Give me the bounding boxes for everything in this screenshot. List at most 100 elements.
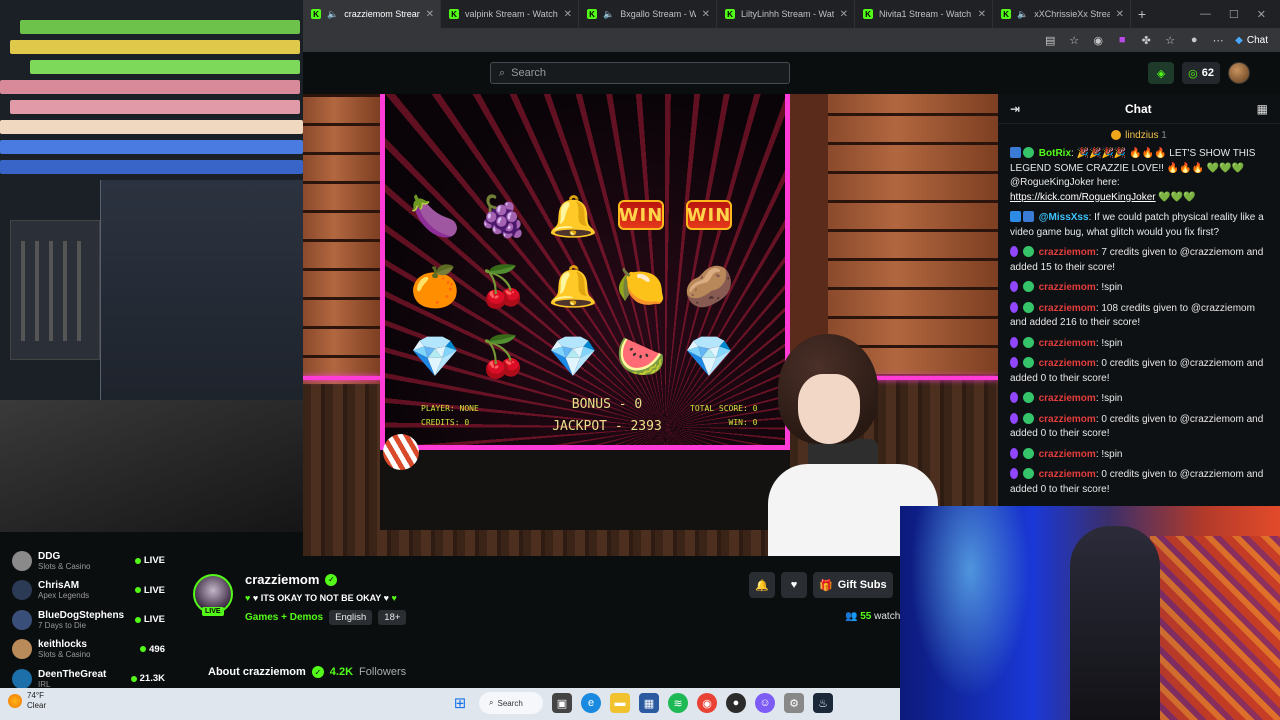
chat-username[interactable]: crazziemom: [1039, 282, 1096, 293]
verified-badge-icon: [1022, 357, 1034, 368]
tab-close-icon[interactable]: ✕: [1116, 9, 1124, 20]
chat-users-icon[interactable]: ▦: [1257, 102, 1268, 116]
menu-dots-icon[interactable]: ⋯: [1211, 33, 1225, 47]
spotify-icon[interactable]: ≋: [668, 693, 688, 713]
chat-username[interactable]: crazziemom: [1039, 414, 1096, 425]
extension-icon[interactable]: ■: [1115, 33, 1129, 47]
channel-category: 7 Days to Die: [38, 620, 87, 630]
tab-close-icon[interactable]: ✕: [426, 9, 434, 20]
collapse-chat-icon[interactable]: ⇥: [1010, 102, 1020, 116]
bookmark-star-icon[interactable]: ☆: [1067, 33, 1081, 47]
language-tag[interactable]: English: [329, 610, 373, 625]
browser-tab[interactable]: K 🔈 Bxgallo Stream - Watch ✕: [579, 0, 717, 28]
gift-subs-label: Gift Subs: [837, 579, 887, 591]
taskbar-search[interactable]: ⌕ Search: [479, 692, 543, 714]
chat-username[interactable]: crazziemom: [1039, 393, 1096, 404]
daw-track: [10, 40, 300, 54]
tab-close-icon[interactable]: ✕: [564, 9, 572, 20]
minimize-icon[interactable]: —: [1200, 8, 1211, 21]
chat-username[interactable]: crazziemom: [1039, 247, 1096, 258]
followed-channel[interactable]: DDG Slots & Casino LIVE: [12, 546, 165, 576]
live-dot-icon: [130, 675, 137, 682]
rating-tag[interactable]: 18+: [378, 610, 407, 625]
chat-messages: BotRix: 🎉🎉🎉🎉 🔥🔥🔥 LET'S SHOW THIS LEGEND …: [998, 145, 1280, 497]
slot-machine-screen: 🍆 🍇 🔔 WIN WIN 🍊 🍒 🔔 🍋 🥔 💎 🍒 💎 🍉 💎 PLAYER: NONE CREDITS…: [380, 94, 790, 450]
settings-gear-icon[interactable]: ⚙: [784, 693, 804, 713]
browser-tab[interactable]: Kvalpink Stream - Watch Live ✕: [441, 0, 579, 28]
maximize-icon[interactable]: ☐: [1229, 8, 1239, 21]
weather-widget[interactable]: 74°F Clear: [8, 691, 46, 711]
tab-close-icon[interactable]: ✕: [702, 9, 710, 20]
followed-channel[interactable]: BlueDogStephens 7 Days to Die LIVE: [12, 605, 165, 635]
chat-username[interactable]: @MissXss: [1039, 212, 1089, 223]
chat-username[interactable]: crazziemom: [1039, 449, 1096, 460]
discord-icon[interactable]: ☺: [755, 693, 775, 713]
store-icon[interactable]: ▦: [639, 693, 659, 713]
category-link[interactable]: Games + Demos: [245, 612, 323, 623]
kick-favicon-icon: K: [725, 9, 735, 19]
chat-message: crazziemom: !spin: [1010, 392, 1268, 407]
speaker-icon[interactable]: 🔈: [1017, 9, 1028, 20]
edge-icon[interactable]: e: [581, 693, 601, 713]
extension-icon[interactable]: ◉: [1091, 33, 1105, 47]
notify-button[interactable]: 🔔: [749, 572, 775, 598]
stream-video[interactable]: 🍆 🍇 🔔 WIN WIN 🍊 🍒 🔔 🍋 🥔 💎 🍒 💎 🍉 💎 PLAYER: NONE CREDITS…: [303, 94, 998, 556]
chrome-icon[interactable]: ◉: [697, 693, 717, 713]
verified-icon: ✓: [311, 666, 324, 678]
file-explorer-icon[interactable]: ▬: [610, 693, 630, 713]
chat-message: crazziemom: !spin: [1010, 281, 1268, 296]
slot-symbol: 💎: [548, 334, 598, 379]
verified-badge-icon: [1022, 301, 1034, 313]
steam-icon[interactable]: ♨: [813, 693, 833, 713]
profile-icon[interactable]: ●: [1187, 33, 1201, 47]
daw-track: [10, 100, 300, 114]
follow-button[interactable]: ♥: [781, 572, 807, 598]
search-input[interactable]: ⌕ Search: [490, 62, 790, 84]
close-icon[interactable]: ✕: [1257, 8, 1266, 21]
chat-username[interactable]: crazziemom: [1039, 469, 1096, 480]
followed-channel[interactable]: keithlocks Slots & Casino 496: [12, 635, 165, 665]
browser-tab[interactable]: K 🔈 xXChrissieXx Stream - W ✕: [993, 0, 1131, 28]
browser-tab[interactable]: K Nivita1 Stream - Watch Liv ✕: [855, 0, 993, 28]
obs-icon[interactable]: ●: [726, 693, 746, 713]
chat-message: @MissXss: If we could patch physical rea…: [1010, 211, 1264, 238]
tab-close-icon[interactable]: ✕: [978, 9, 986, 20]
chat-username[interactable]: crazziemom: [1039, 303, 1096, 314]
copilot-chat-button[interactable]: ◆ Chat: [1235, 35, 1268, 46]
extensions-puzzle-icon[interactable]: ✤: [1139, 33, 1153, 47]
windows-start-icon[interactable]: ⊞: [450, 693, 470, 713]
speaker-icon[interactable]: 🔈: [603, 9, 614, 20]
heart-icon: ♥: [383, 593, 389, 603]
new-tab-button[interactable]: +: [1131, 6, 1153, 22]
browser-tab[interactable]: K LiltyLinhh Stream - Watch Li ✕: [717, 0, 855, 28]
viewers-icon: 👥: [845, 611, 858, 622]
speaker-icon[interactable]: 🔈: [327, 9, 338, 20]
reading-list-icon[interactable]: ▤: [1043, 33, 1057, 47]
kick-favicon-icon: K: [1001, 9, 1011, 19]
gift-subs-button[interactable]: 🎁 Gift Subs: [813, 572, 893, 598]
viewer-count: 👥 55 watch: [845, 611, 900, 622]
browser-tab[interactable]: K 🔈 crazziemom Stream - W ✕: [303, 0, 441, 28]
streamer-name-row: crazziemom ✓: [245, 572, 338, 587]
chat-username[interactable]: crazziemom: [1039, 358, 1096, 369]
slot-symbol-win: WIN: [686, 200, 732, 230]
pinned-count: 1: [1161, 130, 1167, 141]
tab-close-icon[interactable]: ✕: [840, 9, 848, 20]
pinned-gifter[interactable]: lindzius 1: [998, 124, 1280, 145]
brick-wall: [828, 94, 998, 374]
task-view-icon[interactable]: ▣: [552, 693, 572, 713]
mic-badge-icon: [1010, 412, 1018, 424]
streamer-name[interactable]: crazziemom: [245, 572, 319, 587]
taskbar-apps: ⊞ ⌕ Search ▣ e ▬ ▦ ≋ ◉ ● ☺ ⚙ ♨: [450, 692, 833, 714]
chat-username[interactable]: BotRix: [1039, 148, 1071, 159]
chat-username[interactable]: crazziemom: [1039, 338, 1096, 349]
window-controls: — ☐ ✕: [1200, 8, 1280, 21]
verified-badge-icon: [1022, 336, 1034, 348]
points-counter[interactable]: ◎ 62: [1182, 62, 1220, 84]
followed-channel[interactable]: ChrisAM Apex Legends LIVE: [12, 576, 165, 606]
favorites-icon[interactable]: ☆: [1163, 33, 1177, 47]
about-title: About crazziemom: [208, 666, 306, 678]
user-avatar[interactable]: [1228, 62, 1250, 84]
rewards-icon[interactable]: ◈: [1148, 62, 1175, 84]
chat-link[interactable]: https://kick.com/RogueKingJoker: [1010, 192, 1156, 203]
